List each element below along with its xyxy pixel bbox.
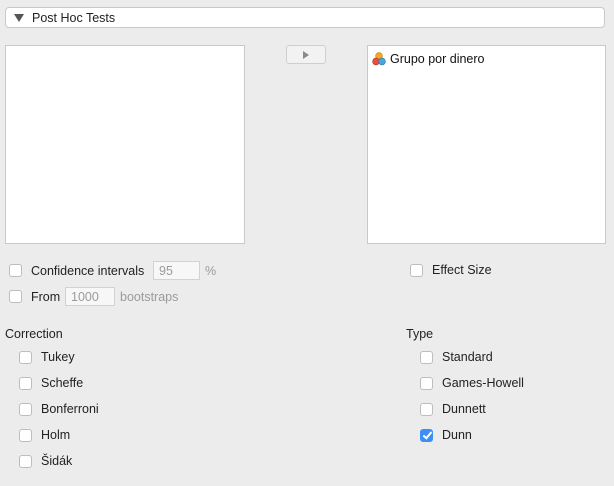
confidence-intervals-label: Confidence intervals <box>31 263 145 278</box>
bootstraps-row: From 1000 bootstraps <box>9 287 178 306</box>
section-title: Post Hoc Tests <box>32 10 116 25</box>
bootstraps-checkbox[interactable] <box>9 290 22 303</box>
standard-label: Standard <box>442 350 493 364</box>
move-variable-button[interactable] <box>286 45 326 64</box>
bootstraps-unit: bootstraps <box>120 289 179 304</box>
tukey-checkbox[interactable] <box>19 350 32 364</box>
confidence-intervals-row: Confidence intervals 95 % <box>9 261 216 280</box>
correction-sidak-row: Šidák <box>19 454 72 468</box>
dunn-label: Dunn <box>442 428 472 442</box>
effect-size-checkbox[interactable] <box>410 263 423 277</box>
list-item[interactable]: Grupo por dinero <box>372 52 485 66</box>
bonferroni-label: Bonferroni <box>41 402 99 416</box>
bonferroni-checkbox[interactable] <box>19 402 32 416</box>
effect-size-row: Effect Size <box>410 263 492 277</box>
correction-holm-row: Holm <box>19 428 70 442</box>
variable-label: Grupo por dinero <box>390 52 485 66</box>
tukey-label: Tukey <box>41 350 75 364</box>
selected-variables-list[interactable]: Grupo por dinero <box>367 45 606 244</box>
from-label: From <box>31 289 61 304</box>
holm-label: Holm <box>41 428 71 442</box>
nominal-variable-icon <box>372 52 386 66</box>
correction-title: Correction <box>5 327 63 341</box>
dunnett-checkbox[interactable] <box>420 402 433 416</box>
confidence-interval-input[interactable]: 95 <box>153 261 200 280</box>
scheffe-checkbox[interactable] <box>19 376 32 390</box>
type-title: Type <box>406 327 434 341</box>
confidence-intervals-checkbox[interactable] <box>9 264 22 277</box>
post-hoc-section-header[interactable]: Post Hoc Tests <box>5 7 605 28</box>
games-howell-checkbox[interactable] <box>420 376 433 390</box>
type-games-howell-row: Games-Howell <box>420 376 524 390</box>
holm-checkbox[interactable] <box>19 428 32 442</box>
triangle-right-icon <box>303 50 309 59</box>
type-dunnett-row: Dunnett <box>420 402 486 416</box>
percent-unit: % <box>205 263 217 278</box>
correction-tukey-row: Tukey <box>19 350 75 364</box>
post-hoc-panel: Post Hoc Tests Grupo por dinero Confiden… <box>0 0 614 486</box>
available-variables-list[interactable] <box>5 45 245 244</box>
type-dunn-row: Dunn <box>420 428 472 442</box>
dunn-checkbox[interactable] <box>420 428 433 442</box>
type-standard-row: Standard <box>420 350 493 364</box>
sidak-label: Šidák <box>41 454 73 468</box>
effect-size-label: Effect Size <box>432 263 492 277</box>
correction-bonferroni-row: Bonferroni <box>19 402 99 416</box>
games-howell-label: Games-Howell <box>442 376 524 390</box>
correction-scheffe-row: Scheffe <box>19 376 83 390</box>
triangle-down-icon[interactable] <box>14 13 24 22</box>
dunnett-label: Dunnett <box>442 402 486 416</box>
standard-checkbox[interactable] <box>420 350 433 364</box>
sidak-checkbox[interactable] <box>19 454 32 468</box>
bootstraps-input[interactable]: 1000 <box>65 287 115 306</box>
scheffe-label: Scheffe <box>41 376 84 390</box>
